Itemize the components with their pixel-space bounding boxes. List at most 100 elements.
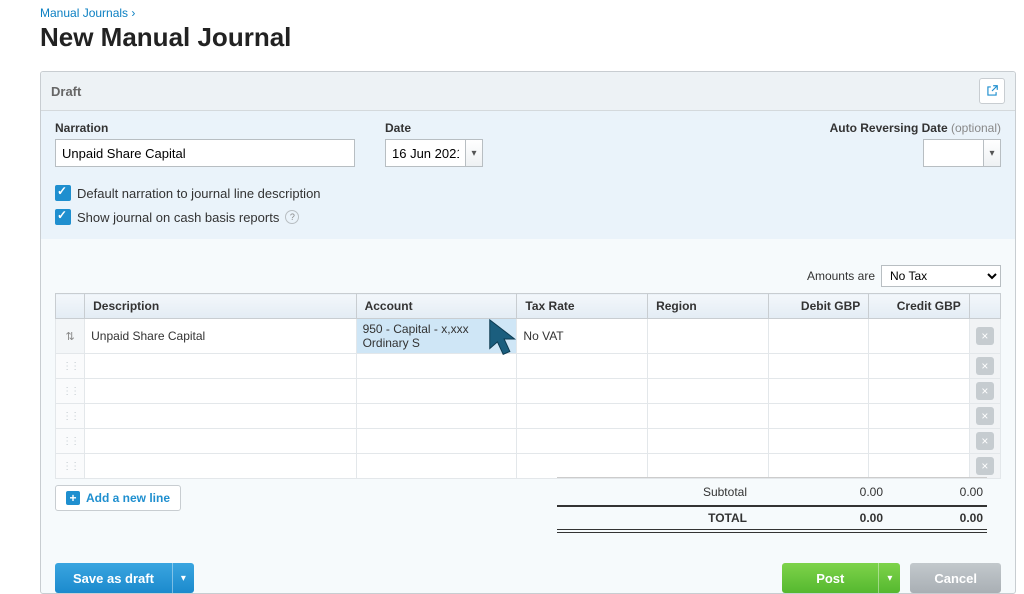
- save-draft-button[interactable]: Save as draft: [55, 563, 172, 593]
- breadcrumb: Manual Journals ›: [0, 0, 1024, 22]
- cell-region[interactable]: [648, 319, 769, 354]
- drag-handle-icon[interactable]: [56, 429, 85, 454]
- cell-region[interactable]: [648, 379, 769, 404]
- drag-handle-icon[interactable]: [56, 379, 85, 404]
- save-draft-group: Save as draft: [55, 563, 194, 593]
- cell-delete: ×: [969, 404, 1000, 429]
- delete-row-button[interactable]: ×: [976, 457, 994, 475]
- add-line-button[interactable]: + Add a new line: [55, 485, 181, 511]
- cell-description[interactable]: [85, 429, 356, 454]
- post-button[interactable]: Post: [782, 563, 878, 593]
- cell-tax-rate[interactable]: [517, 404, 648, 429]
- narration-label: Narration: [55, 121, 385, 135]
- cell-tax-rate[interactable]: [517, 454, 648, 479]
- action-bar: Save as draft Post Cancel: [41, 533, 1015, 593]
- th-description[interactable]: Description: [85, 294, 356, 319]
- cell-account[interactable]: [356, 404, 517, 429]
- checkbox-default-narration[interactable]: [55, 185, 71, 201]
- table-row: ×: [56, 454, 1001, 479]
- cell-tax-rate[interactable]: [517, 354, 648, 379]
- save-draft-split-button[interactable]: [172, 563, 194, 593]
- narration-input[interactable]: [55, 139, 355, 167]
- cell-delete: ×: [969, 454, 1000, 479]
- cell-tax-rate[interactable]: [517, 429, 648, 454]
- th-account[interactable]: Account: [356, 294, 517, 319]
- cell-description[interactable]: [85, 454, 356, 479]
- new-window-button[interactable]: [979, 78, 1005, 104]
- delete-row-button[interactable]: ×: [976, 357, 994, 375]
- date-input[interactable]: [385, 139, 465, 167]
- amounts-are-label: Amounts are: [807, 269, 875, 283]
- cell-region[interactable]: [648, 454, 769, 479]
- auto-reversing-picker-button[interactable]: [983, 139, 1001, 167]
- post-split-button[interactable]: [878, 563, 900, 593]
- cell-debit[interactable]: [768, 354, 869, 379]
- help-icon[interactable]: ?: [285, 210, 299, 224]
- cell-debit[interactable]: [768, 379, 869, 404]
- sort-handle-icon[interactable]: [56, 319, 85, 354]
- delete-row-button[interactable]: ×: [976, 407, 994, 425]
- breadcrumb-link[interactable]: Manual Journals: [40, 6, 128, 20]
- delete-row-button[interactable]: ×: [976, 382, 994, 400]
- drag-handle-icon[interactable]: [56, 454, 85, 479]
- panel-header: Draft: [41, 72, 1015, 111]
- cell-debit[interactable]: [768, 454, 869, 479]
- cell-delete: ×: [969, 354, 1000, 379]
- cell-region[interactable]: [648, 429, 769, 454]
- cell-region[interactable]: [648, 354, 769, 379]
- new-window-icon: [985, 84, 999, 98]
- breadcrumb-separator-icon: ›: [131, 6, 135, 20]
- delete-row-button[interactable]: ×: [976, 432, 994, 450]
- cell-account[interactable]: [356, 454, 517, 479]
- cell-description[interactable]: Unpaid Share Capital: [85, 319, 356, 354]
- cell-credit[interactable]: [869, 354, 970, 379]
- journal-panel: Draft Narration Date Auto Reversing Date…: [40, 71, 1016, 594]
- table-row: ×: [56, 429, 1001, 454]
- date-picker-button[interactable]: [465, 139, 483, 167]
- auto-reversing-input[interactable]: [923, 139, 983, 167]
- cell-tax-rate[interactable]: No VAT: [517, 319, 648, 354]
- cell-account[interactable]: [356, 354, 517, 379]
- date-group: Date: [385, 121, 483, 167]
- delete-row-button[interactable]: ×: [976, 327, 994, 345]
- cell-account[interactable]: [356, 379, 517, 404]
- cell-account[interactable]: [356, 429, 517, 454]
- add-line-label: Add a new line: [86, 491, 170, 505]
- cell-description[interactable]: [85, 379, 356, 404]
- form-area: Narration Date Auto Reversing Date (opti…: [41, 111, 1015, 239]
- status-badge: Draft: [51, 84, 81, 99]
- cell-description[interactable]: [85, 354, 356, 379]
- page-title: New Manual Journal: [0, 22, 1024, 63]
- checkbox-cash-basis-row: Show journal on cash basis reports ?: [55, 209, 1001, 225]
- cell-debit[interactable]: [768, 429, 869, 454]
- th-debit[interactable]: Debit GBP: [768, 294, 869, 319]
- cell-credit[interactable]: [869, 379, 970, 404]
- cell-credit[interactable]: [869, 429, 970, 454]
- total-label: TOTAL: [557, 511, 787, 525]
- checkbox-cash-basis-label: Show journal on cash basis reports: [77, 210, 279, 225]
- cell-debit[interactable]: [768, 319, 869, 354]
- plus-icon: +: [66, 491, 80, 505]
- drag-handle-icon[interactable]: [56, 404, 85, 429]
- auto-reversing-group: Auto Reversing Date (optional): [830, 121, 1001, 167]
- cell-tax-rate[interactable]: [517, 379, 648, 404]
- cell-credit[interactable]: [869, 454, 970, 479]
- cell-delete: ×: [969, 429, 1000, 454]
- cell-debit[interactable]: [768, 404, 869, 429]
- cell-region[interactable]: [648, 404, 769, 429]
- th-delete: [969, 294, 1000, 319]
- total-debit: 0.00: [787, 511, 887, 525]
- checkbox-cash-basis[interactable]: [55, 209, 71, 225]
- cell-credit[interactable]: [869, 404, 970, 429]
- cancel-button[interactable]: Cancel: [910, 563, 1001, 593]
- th-credit[interactable]: Credit GBP: [869, 294, 970, 319]
- cell-credit[interactable]: [869, 319, 970, 354]
- th-region[interactable]: Region: [648, 294, 769, 319]
- amounts-are-select[interactable]: No Tax: [881, 265, 1001, 287]
- cell-description[interactable]: [85, 404, 356, 429]
- narration-group: Narration: [55, 121, 385, 167]
- th-tax-rate[interactable]: Tax Rate: [517, 294, 648, 319]
- drag-handle-icon[interactable]: [56, 354, 85, 379]
- th-handle: [56, 294, 85, 319]
- cell-account[interactable]: 950 - Capital - x,xxx Ordinary S: [356, 319, 517, 354]
